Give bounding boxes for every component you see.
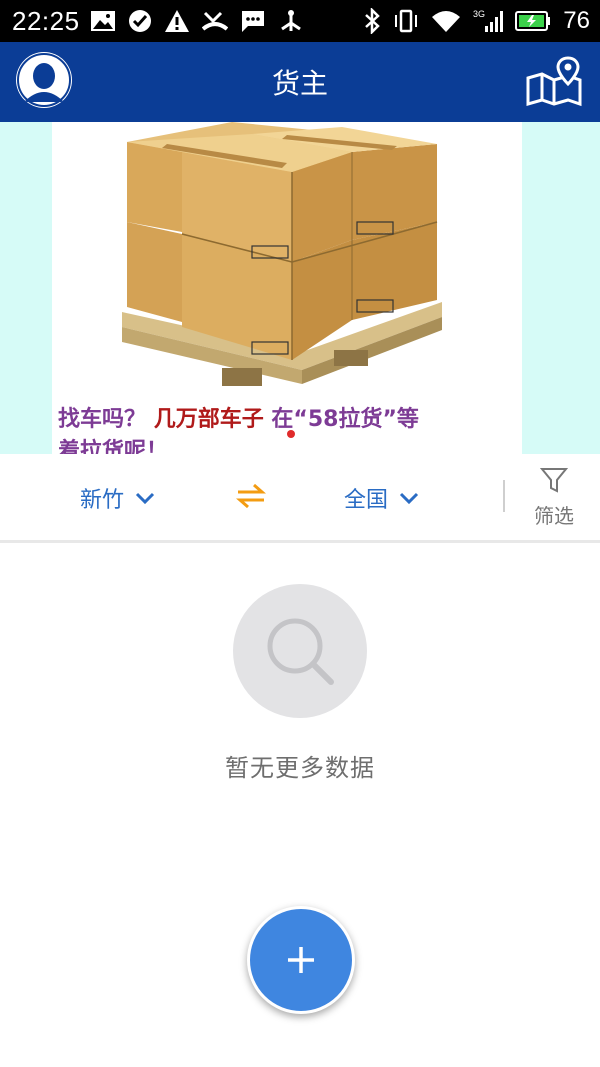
destination-selector[interactable]: 全国 xyxy=(344,482,422,514)
plus-icon xyxy=(288,947,314,973)
image-icon xyxy=(90,11,115,31)
usb-icon xyxy=(280,10,301,31)
divider xyxy=(503,480,505,512)
sms-icon xyxy=(241,11,264,32)
banner-caption-part3: 在“58拉货”等 xyxy=(271,407,419,432)
map-pin-icon[interactable] xyxy=(524,54,586,110)
banner-caption: 找车吗？ 几万部车子 在“58拉货”等 xyxy=(58,404,578,436)
system-icons: 3G 76 xyxy=(363,7,590,35)
chevron-down-icon xyxy=(399,492,419,505)
battery-icon xyxy=(515,11,551,31)
destination-label: 全国 xyxy=(344,488,389,513)
battery-percent: 76 xyxy=(563,7,590,34)
banner-caption-part1: 找车吗？ xyxy=(58,407,147,432)
notification-icons xyxy=(90,9,304,33)
page-title: 货主 xyxy=(271,67,328,100)
filter-label: 筛选 xyxy=(534,504,574,528)
status-bar: 22:25 3G 76 xyxy=(0,0,600,42)
banner-page-indicator xyxy=(287,430,295,438)
app-bar: 货主 xyxy=(0,42,600,122)
banner-caption-highlight: 几万部车子 xyxy=(153,407,264,432)
swap-icon[interactable] xyxy=(236,480,266,516)
add-button[interactable] xyxy=(247,906,355,1014)
promo-banner[interactable]: 找车吗？ 几万部车子 在“58拉货”等 着拉货呢！ xyxy=(0,122,600,454)
banner-caption-line2: 着拉货呢！ xyxy=(58,439,169,454)
warning-icon xyxy=(164,10,189,32)
missed-call-icon xyxy=(201,11,228,31)
svg-text:3G: 3G xyxy=(473,9,485,19)
vibrate-icon xyxy=(395,9,418,33)
filter-bar: 新竹 全国 筛选 xyxy=(0,454,600,543)
empty-state: 暂无更多数据 xyxy=(0,584,600,783)
empty-message: 暂无更多数据 xyxy=(225,754,375,782)
origin-label: 新竹 xyxy=(80,488,125,513)
user-avatar-icon[interactable] xyxy=(16,52,72,108)
chevron-down-icon xyxy=(135,492,155,505)
funnel-icon xyxy=(539,468,569,493)
status-time: 22:25 xyxy=(12,5,80,36)
filter-button[interactable]: 筛选 xyxy=(524,466,584,530)
signal-icon: 3G xyxy=(473,9,504,32)
check-circle-icon xyxy=(128,10,151,32)
bluetooth-icon xyxy=(365,8,381,34)
wifi-icon xyxy=(432,11,461,32)
origin-selector[interactable]: 新竹 xyxy=(80,482,158,514)
search-icon xyxy=(233,584,367,718)
